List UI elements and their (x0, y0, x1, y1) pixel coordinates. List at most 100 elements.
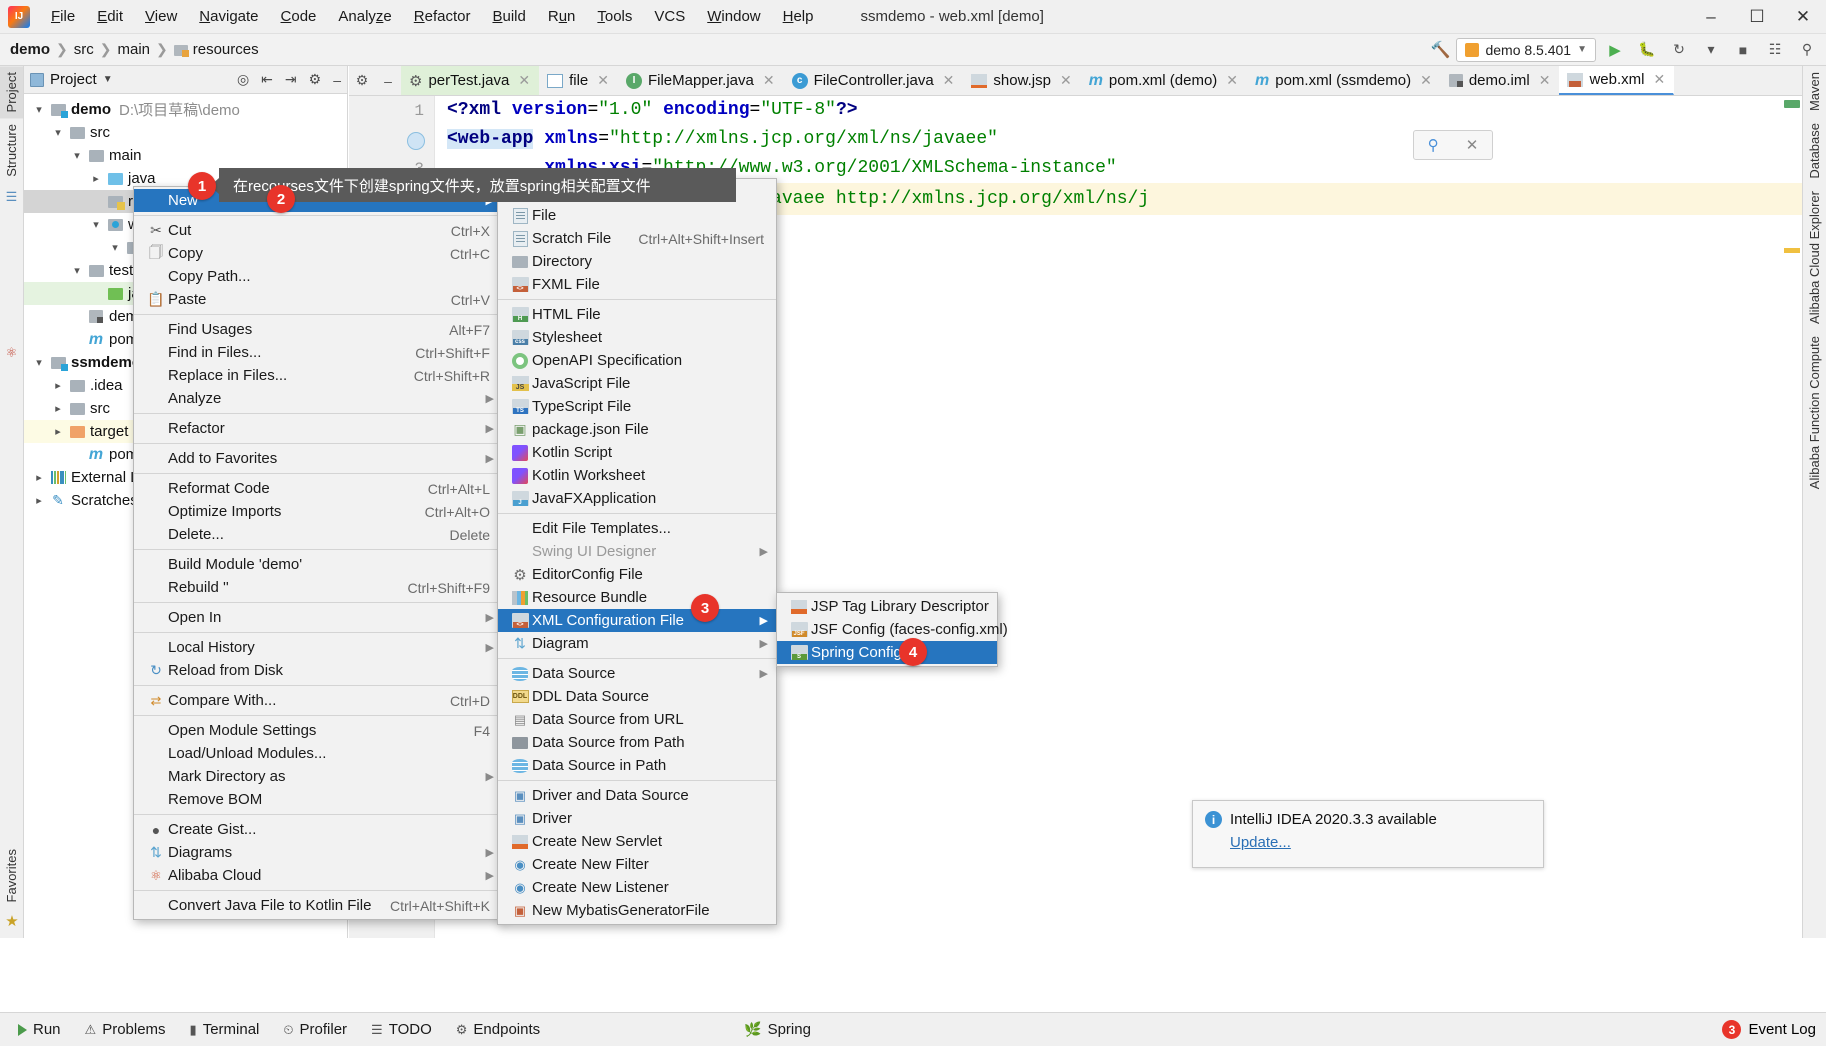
menu-item-scratch-file[interactable]: Scratch File Ctrl+Alt+Shift+Insert (498, 227, 776, 250)
menu-item-cut[interactable]: ✂ Cut Ctrl+X (134, 219, 502, 242)
menu-item-create-gist[interactable]: ● Create Gist... (134, 818, 502, 841)
menu-item-javascript-file[interactable]: JS JavaScript File (498, 372, 776, 395)
layout-icon[interactable]: ☷ (1762, 38, 1788, 62)
tool-window-alibaba-function-compute[interactable]: Alibaba Function Compute (1803, 330, 1826, 495)
menu-item-create-new-filter[interactable]: ◉ Create New Filter (498, 853, 776, 876)
close-icon[interactable]: ✕ (943, 72, 955, 89)
status-run[interactable]: Run (6, 1021, 73, 1038)
menu-view[interactable]: View (134, 4, 188, 29)
chevron-down-icon[interactable]: ▼ (103, 74, 113, 85)
tab-settings-gear-icon[interactable]: ⚙ (349, 66, 375, 95)
chevron-down-icon[interactable]: ▾ (87, 218, 105, 231)
menu-item-alibaba-cloud[interactable]: ⚛ Alibaba Cloud ▶ (134, 864, 502, 887)
tree-node-main[interactable]: ▾ main (24, 144, 347, 167)
menu-item-stylesheet[interactable]: css Stylesheet (498, 326, 776, 349)
chevron-right-icon[interactable]: ▸ (49, 425, 67, 438)
menu-item-reformat-code[interactable]: Reformat Code Ctrl+Alt+L (134, 477, 502, 500)
menu-run[interactable]: Run (537, 4, 587, 29)
xml-configuration-file-submenu[interactable]: JSP Tag Library Descriptor JSF JSF Config … (776, 592, 1008, 667)
menu-item-editorconfig-file[interactable]: ⚙ EditorConfig File (498, 563, 776, 586)
menu-item-data-source-from-path[interactable]: Data Source from Path (498, 731, 776, 754)
run-configuration-selector[interactable]: demo 8.5.401 ▼ (1456, 37, 1596, 62)
fold-marker-icon[interactable] (407, 132, 425, 150)
editor-tab-pom-xml-demo-[interactable]: m pom.xml (demo) ✕ (1081, 66, 1247, 95)
menu-edit[interactable]: Edit (86, 4, 134, 29)
menu-item-create-new-listener[interactable]: ◉ Create New Listener (498, 876, 776, 899)
menu-item-rebuild-default[interactable]: Rebuild '' Ctrl+Shift+F9 (134, 576, 502, 599)
menu-item-ddl-data-source[interactable]: DDL DDL Data Source (498, 685, 776, 708)
tree-node-src[interactable]: ▾ src (24, 121, 347, 144)
menu-item-file[interactable]: File (498, 204, 776, 227)
menu-item-xml-configuration-file[interactable]: <> XML Configuration File ▶ (498, 609, 776, 632)
tool-window-project[interactable]: Project (0, 66, 23, 119)
maximize-icon[interactable]: ☐ (1734, 0, 1780, 34)
chevron-down-icon[interactable]: ▾ (106, 241, 124, 254)
menu-item-remove-bom[interactable]: Remove BOM (134, 788, 502, 811)
status-profiler[interactable]: ⏲ Profiler (271, 1021, 359, 1038)
project-panel-title[interactable]: Project (50, 71, 97, 88)
menu-item-directory[interactable]: Directory (498, 250, 776, 273)
target-icon[interactable]: ◎ (237, 71, 249, 88)
alibaba-cloud-icon[interactable]: ⚛ (0, 345, 23, 361)
editor-tab-filecontroller-java[interactable]: c FileController.java ✕ (784, 66, 964, 95)
stop-icon[interactable]: ■ (1730, 38, 1756, 62)
status-problems[interactable]: ⚠ Problems (73, 1021, 178, 1038)
close-icon[interactable]: ✕ (1420, 72, 1432, 89)
magnify-icon[interactable]: ⚲ (1428, 136, 1439, 154)
menu-item-diagrams[interactable]: ⇅ Diagrams ▶ (134, 841, 502, 864)
redeploy-icon[interactable]: ↻ (1666, 38, 1692, 62)
menu-item-diagram[interactable]: ⇅ Diagram ▶ (498, 632, 776, 655)
run-icon[interactable]: ▶ (1602, 38, 1628, 62)
menu-item-find-usages[interactable]: Find Usages Alt+F7 (134, 318, 502, 341)
tree-node-demo[interactable]: ▾ demo D:\项目草稿\demo (24, 98, 347, 121)
tool-window-structure[interactable]: Structure (0, 118, 23, 183)
menu-item-spring-config[interactable]: S Spring Config (777, 641, 997, 664)
close-icon[interactable]: ✕ (763, 72, 775, 89)
menu-vcs[interactable]: VCS (643, 4, 696, 29)
tab-hide-icon[interactable]: – (375, 66, 401, 95)
chevron-down-icon[interactable]: ▾ (30, 103, 48, 116)
menu-tools[interactable]: Tools (586, 4, 643, 29)
menu-build[interactable]: Build (481, 4, 536, 29)
menu-item-open-module-settings[interactable]: Open Module Settings F4 (134, 719, 502, 742)
close-icon[interactable]: ✕ (1539, 72, 1551, 89)
menu-item-resource-bundle[interactable]: Resource Bundle (498, 586, 776, 609)
menu-item-kotlin-script[interactable]: Kotlin Script (498, 441, 776, 464)
chevron-right-icon[interactable]: ▸ (49, 402, 67, 415)
menu-item-edit-file-templates[interactable]: Edit File Templates... (498, 517, 776, 540)
hammer-icon[interactable]: 🔨 (1431, 40, 1451, 60)
hide-icon[interactable]: – (333, 72, 341, 88)
menu-item-driver-and-data-source[interactable]: ▣ Driver and Data Source (498, 784, 776, 807)
close-icon[interactable]: ✕ (1780, 0, 1826, 34)
menu-refactor[interactable]: Refactor (403, 4, 482, 29)
tool-window-maven[interactable]: Maven (1803, 66, 1826, 117)
menu-item-open-in[interactable]: Open In ▶ (134, 606, 502, 629)
deploy-dropdown-icon[interactable]: ▾ (1698, 38, 1724, 62)
chevron-right-icon[interactable]: ▸ (49, 379, 67, 392)
editor-tab-pom-xml-ssmdemo-[interactable]: m pom.xml (ssmdemo) ✕ (1247, 66, 1441, 95)
menu-item-analyze[interactable]: Analyze ▶ (134, 387, 502, 410)
editor-tab-show-jsp[interactable]: show.jsp ✕ (963, 66, 1080, 95)
close-icon[interactable]: ✕ (1226, 72, 1238, 89)
breadcrumb-resources[interactable]: resources (193, 41, 259, 58)
gear-icon[interactable]: ⚙ (309, 71, 322, 88)
menu-item-fxml-file[interactable]: <> FXML File (498, 273, 776, 296)
menu-item-convert-java-file-to-kotlin-file[interactable]: Convert Java File to Kotlin File Ctrl+Alt… (134, 894, 502, 917)
menu-item-build-module-demo[interactable]: Build Module 'demo' (134, 553, 502, 576)
tool-window-database[interactable]: Database (1803, 117, 1826, 185)
new-submenu[interactable]: Kotlin Class/FileFileScratch FileCtrl+Al… (497, 178, 777, 925)
event-log-label[interactable]: Event Log (1748, 1021, 1816, 1038)
menu-item-javafxapplication[interactable]: J JavaFXApplication (498, 487, 776, 510)
close-icon[interactable]: ✕ (597, 72, 609, 89)
menu-analyze[interactable]: Analyze (327, 4, 402, 29)
close-icon[interactable]: ✕ (1466, 136, 1479, 154)
status-endpoints[interactable]: ⚙ Endpoints (444, 1021, 552, 1038)
editor-floating-toolbar[interactable]: ⚲ ✕ (1413, 130, 1493, 160)
update-link[interactable]: Update... (1230, 834, 1531, 851)
menu-navigate[interactable]: Navigate (188, 4, 269, 29)
menu-item-jsf-config-faces-config-xml[interactable]: JSF JSF Config (faces-config.xml) (777, 618, 1008, 641)
menu-item-load-unload-modules[interactable]: Load/Unload Modules... (134, 742, 502, 765)
status-terminal[interactable]: ▮ Terminal (178, 1021, 272, 1038)
context-menu[interactable]: New▶✂CutCtrl+X🗍CopyCtrl+CCopy Path...📋Pa… (133, 186, 503, 920)
breadcrumb-main[interactable]: main (117, 41, 150, 58)
